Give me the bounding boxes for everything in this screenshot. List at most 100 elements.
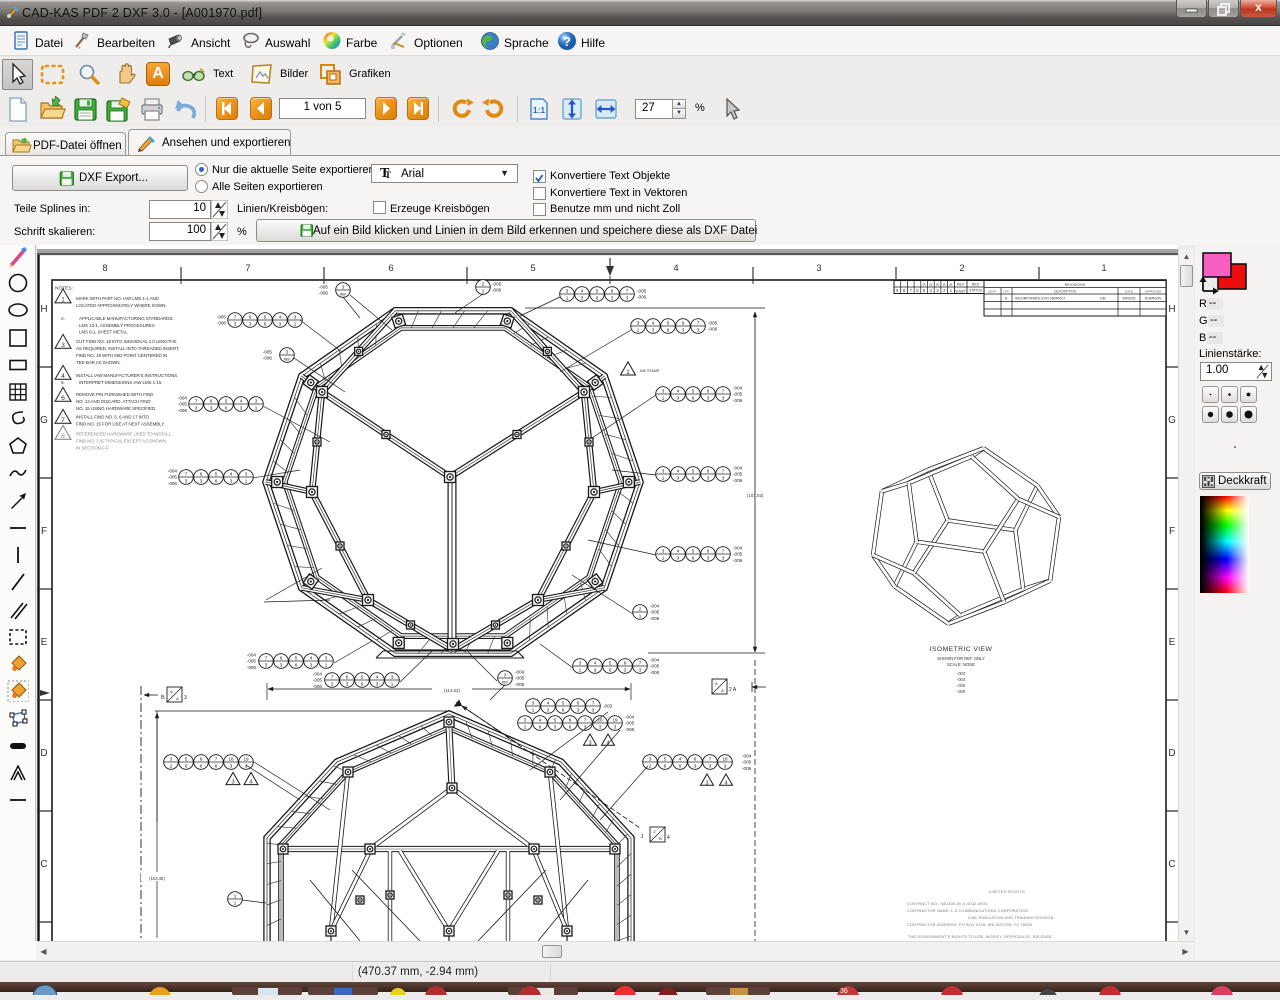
svg-text:6: 6: [667, 328, 670, 333]
svg-text:7: 7: [709, 756, 712, 761]
svg-text:2: 2: [170, 764, 173, 769]
svg-text:5: 5: [185, 756, 188, 761]
svg-text:5: 5: [664, 756, 667, 761]
svg-text:6: 6: [295, 663, 298, 668]
svg-text:3: 3: [234, 322, 237, 327]
svg-text:1: 1: [245, 479, 248, 484]
svg-text:4: 4: [279, 314, 282, 319]
svg-text:7: 7: [722, 468, 725, 473]
svg-text:1:1: 1:1: [533, 105, 546, 115]
svg-text:3: 3: [581, 296, 584, 301]
svg-text:3: 3: [592, 708, 595, 713]
svg-text:5: 5: [554, 717, 557, 722]
svg-text:5: 5: [225, 398, 228, 403]
svg-text:-005: -005: [492, 282, 502, 287]
svg-text:3: 3: [611, 296, 614, 301]
svg-text:-004: -004: [733, 385, 743, 390]
svg-text:1: 1: [1101, 263, 1106, 274]
svg-text:3: 3: [677, 476, 680, 481]
svg-text:INTERPRET DIMENSIONS IAW LMS 1: INTERPRET DIMENSIONS IAW LMS 1-15.: [79, 380, 162, 385]
svg-text:3: 3: [599, 725, 602, 730]
svg-text:1: 1: [482, 289, 485, 294]
svg-text:D: D: [40, 748, 47, 759]
svg-text:G: G: [40, 415, 48, 426]
svg-text:-006: -006: [708, 327, 718, 332]
svg-text:8: 8: [102, 263, 107, 274]
svg-text:A: A: [923, 282, 926, 287]
svg-text:NO. 15 USING HARDWARE SPECIFIE: NO. 15 USING HARDWARE SPECIFIED.: [76, 406, 156, 411]
svg-text:3: 3: [170, 756, 173, 761]
svg-text:6: 6: [200, 471, 203, 476]
svg-text:A: A: [950, 282, 953, 287]
svg-text:3: 3: [724, 764, 727, 769]
svg-text:-004: -004: [247, 652, 257, 657]
svg-text:3: 3: [286, 349, 289, 354]
svg-text:LIMITED RIGHTS: LIMITED RIGHTS: [989, 889, 1025, 894]
svg-text:3: 3: [816, 263, 821, 274]
svg-text:3: 3: [639, 668, 642, 673]
svg-text:2: 2: [649, 764, 652, 769]
svg-text:7: 7: [722, 388, 725, 393]
svg-text:1: 1: [325, 663, 328, 668]
svg-text:INCORPORATE ECN 99040017: INCORPORATE ECN 99040017: [1015, 297, 1065, 301]
svg-text:3: 3: [694, 764, 697, 769]
svg-text:3: 3: [554, 725, 557, 730]
svg-text:6: 6: [200, 764, 203, 769]
svg-text:6: 6: [388, 263, 393, 274]
svg-text:REV: REV: [957, 283, 965, 287]
svg-text:1: 1: [662, 476, 665, 481]
svg-text:5: 5: [215, 471, 218, 476]
svg-text:2.: 2.: [61, 316, 65, 322]
svg-text:A: A: [936, 282, 939, 287]
svg-text:(113.02): (113.02): [444, 688, 461, 693]
svg-text:3: 3: [240, 406, 243, 411]
svg-text:3: 3: [280, 663, 283, 668]
svg-text:3: 3: [325, 655, 328, 660]
svg-text:4: 4: [594, 660, 597, 665]
svg-text:-006: -006: [625, 727, 635, 732]
svg-text:1: 1: [255, 406, 258, 411]
svg-text:1: 1: [566, 296, 569, 301]
svg-text:3: 3: [626, 296, 629, 301]
svg-text:-006: -006: [742, 766, 752, 771]
svg-text:6: 6: [707, 548, 710, 553]
svg-text:7: 7: [245, 263, 250, 274]
svg-text:-005: -005: [650, 664, 660, 669]
svg-text:3: 3: [709, 764, 712, 769]
svg-text:1: 1: [234, 893, 237, 898]
svg-text:3: 3: [652, 328, 655, 333]
svg-text:5: 5: [692, 468, 695, 473]
svg-text:-005: -005: [217, 315, 227, 320]
svg-text:-005: -005: [650, 610, 660, 615]
svg-text:5: 5: [295, 655, 298, 660]
svg-text:FIND NO. 15 FOR USE AT NEXT AS: FIND NO. 15 FOR USE AT NEXT ASSEMBLY.: [76, 422, 165, 427]
svg-text:3: 3: [662, 388, 665, 393]
svg-text:4: 4: [539, 717, 542, 722]
svg-text:3: 3: [184, 695, 187, 701]
svg-text:C: C: [1168, 859, 1175, 870]
svg-text:6: 6: [539, 725, 542, 730]
svg-text:6: 6: [692, 396, 695, 401]
svg-text:-005: -005: [637, 289, 647, 294]
svg-text:3: 3: [707, 556, 710, 561]
svg-text:04/03/02: 04/03/02: [1122, 297, 1135, 301]
svg-text:-005: -005: [313, 678, 323, 683]
svg-text:6: 6: [611, 288, 614, 293]
svg-text:4: 4: [652, 320, 655, 325]
svg-text:J: J: [455, 702, 458, 708]
svg-text:FIND NO. 3 IS TYPICAL EXCEPT A: FIND NO. 3 IS TYPICAL EXCEPT AS SHOWN: [76, 439, 166, 444]
svg-text:REMOVE PIN FURNISHED WITH FIND: REMOVE PIN FURNISHED WITH FIND: [76, 392, 154, 397]
svg-text:REF: REF: [284, 358, 291, 362]
svg-text:7: 7: [185, 471, 188, 476]
svg-text:-005: -005: [168, 475, 178, 480]
svg-text:-004: -004: [733, 545, 743, 550]
svg-text:3: 3: [662, 548, 665, 553]
svg-text:3: 3: [677, 556, 680, 561]
svg-text:5: 5: [530, 263, 535, 274]
svg-text:4: 4: [61, 373, 65, 380]
svg-text:3: 3: [677, 396, 680, 401]
svg-text:3: 3: [662, 468, 665, 473]
svg-text:CONTRACTOR ADDRESS: PO BOX 532: CONTRACTOR ADDRESS: PO BOX 5328, ARLINGT…: [907, 923, 1032, 927]
svg-text:1: 1: [234, 901, 237, 906]
svg-text:3: 3: [210, 406, 213, 411]
